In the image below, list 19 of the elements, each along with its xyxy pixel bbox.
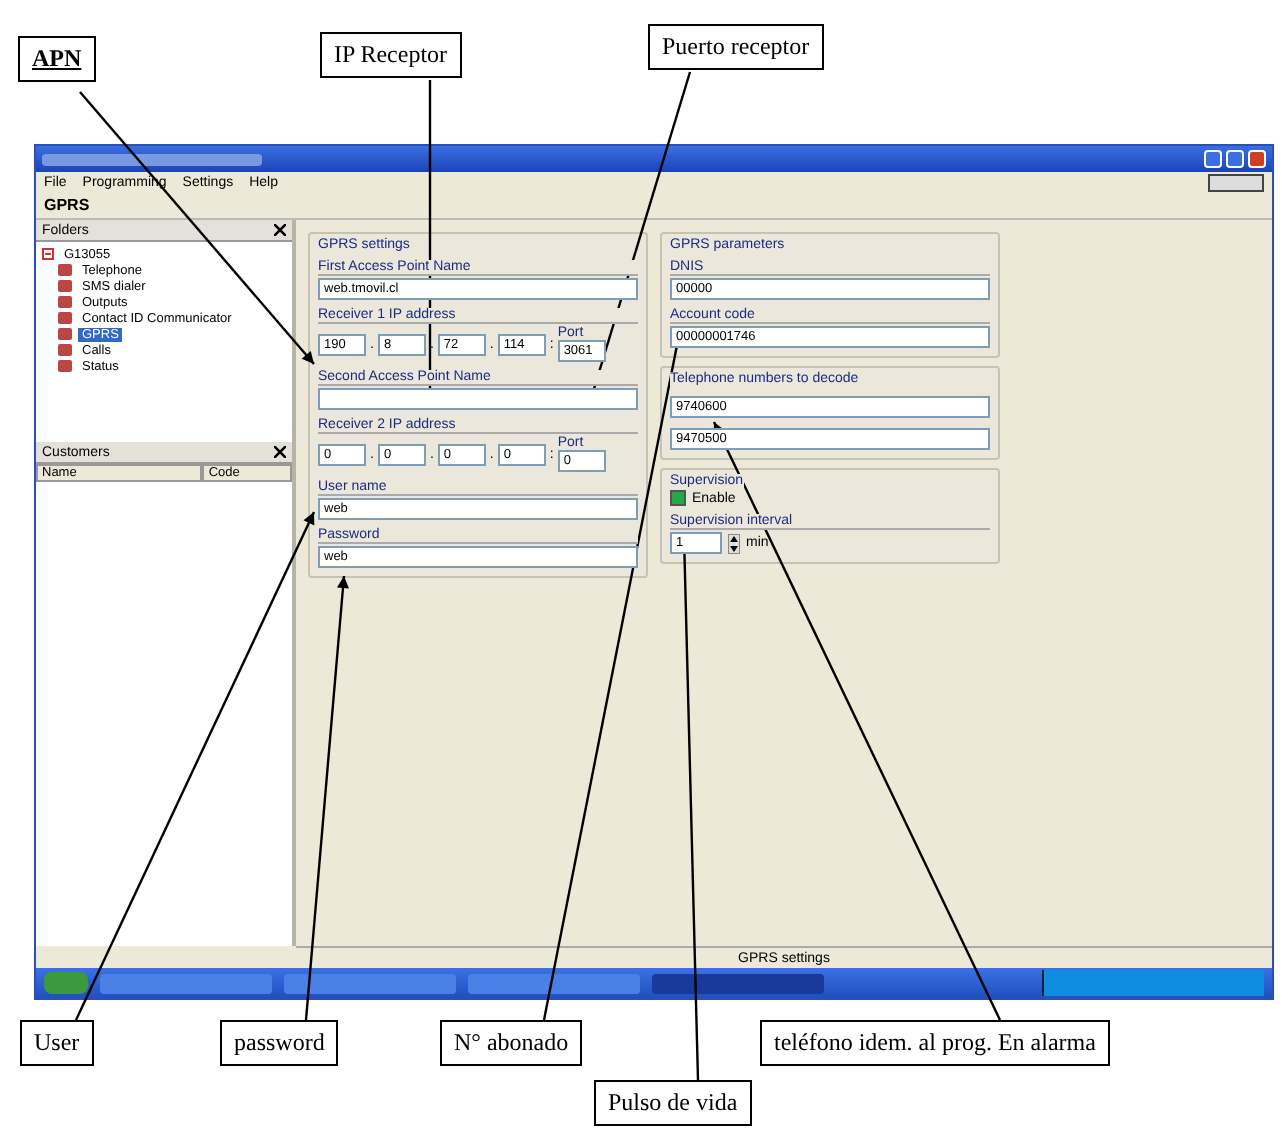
callout-label: APN [18,36,96,82]
spinner-arrows-icon[interactable] [728,533,740,553]
toolbar-button[interactable] [1208,174,1264,192]
close-icon[interactable] [274,224,286,236]
callout-label: teléfono idem. al prog. En alarma [760,1020,1110,1066]
callout-label: Puerto receptor [648,24,824,70]
close-button[interactable] [1248,150,1266,168]
input-field[interactable] [318,388,638,410]
callout-label: password [220,1020,339,1066]
maximize-button[interactable] [1226,150,1244,168]
minimize-button[interactable] [1204,150,1222,168]
callout-label: Pulso de vida [594,1080,752,1126]
close-icon[interactable] [274,446,286,458]
start-button[interactable] [44,972,88,994]
checkbox[interactable] [670,490,686,506]
collapse-icon[interactable] [42,248,54,260]
callout-label: N° abonado [440,1020,583,1066]
callout-label: IP Receptor [320,32,462,78]
callout-label: User [20,1020,94,1066]
